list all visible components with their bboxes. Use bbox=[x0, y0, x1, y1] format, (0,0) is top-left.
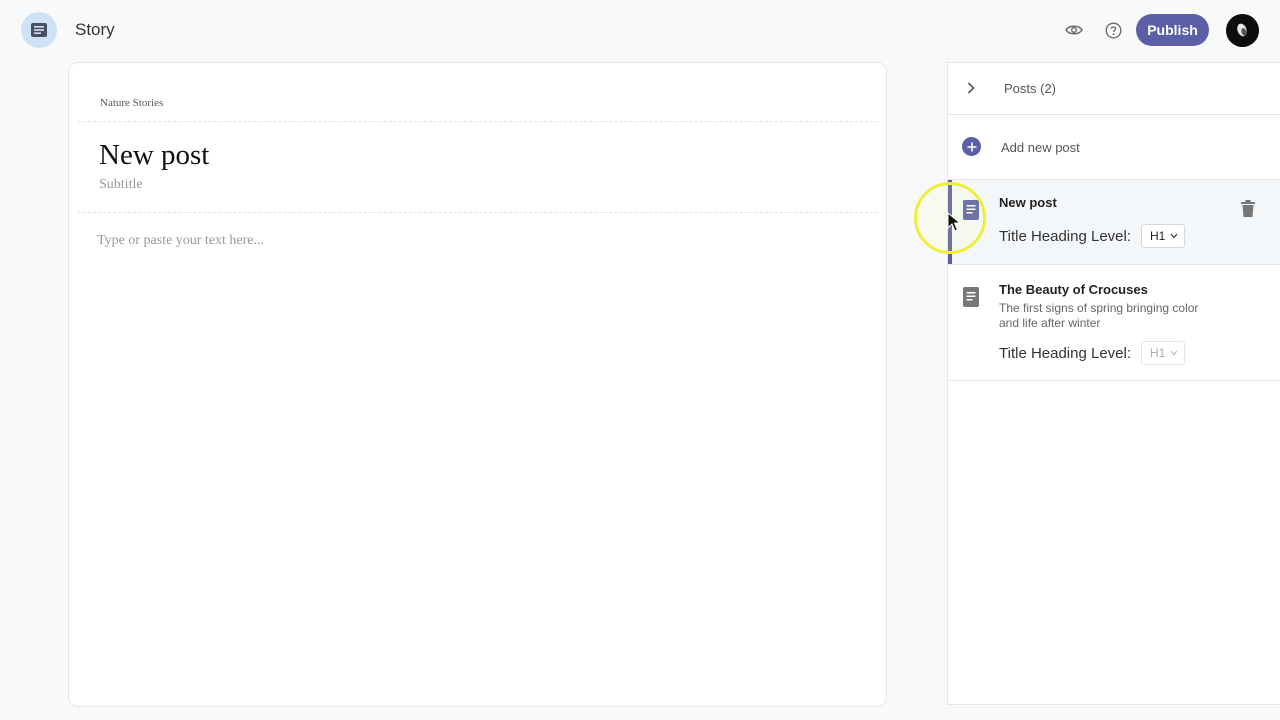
heading-level-label: Title Heading Level: bbox=[999, 345, 1132, 362]
heading-level-select[interactable]: H1 bbox=[1141, 224, 1185, 248]
post-list-item[interactable]: The Beauty of Crocuses The first signs o… bbox=[948, 265, 1280, 381]
active-indicator bbox=[948, 180, 952, 264]
chevron-down-icon bbox=[1170, 233, 1178, 239]
plus-circle-icon bbox=[962, 137, 981, 156]
chevron-right-icon[interactable] bbox=[963, 78, 979, 98]
add-new-post-button[interactable]: Add new post bbox=[948, 115, 1280, 180]
post-item-title: New post bbox=[999, 195, 1057, 210]
divider bbox=[78, 212, 878, 213]
document-icon bbox=[963, 287, 979, 307]
heading-level-value: H1 bbox=[1150, 346, 1166, 360]
app-title: Story bbox=[75, 20, 115, 39]
posts-count: Posts (2) bbox=[1004, 81, 1057, 96]
add-new-post-label: Add new post bbox=[1001, 140, 1080, 155]
document-icon bbox=[963, 200, 979, 220]
chevron-down-icon bbox=[1170, 350, 1178, 356]
heading-level-select[interactable]: H1 bbox=[1141, 341, 1185, 365]
publish-button[interactable]: Publish bbox=[1136, 14, 1209, 46]
trash-icon[interactable] bbox=[1241, 200, 1257, 218]
posts-panel: Posts (2) Add new post New post Title He… bbox=[947, 62, 1280, 705]
editor-card: Nature Stories New post Subtitle Type or… bbox=[68, 62, 887, 707]
post-item-title: The Beauty of Crocuses bbox=[999, 282, 1148, 297]
avatar[interactable] bbox=[1226, 14, 1259, 47]
heading-level-value: H1 bbox=[1150, 229, 1166, 243]
post-item-subtitle: The first signs of spring bringing color… bbox=[999, 301, 1199, 330]
top-bar: Story Publish bbox=[0, 0, 1280, 60]
help-circle-icon[interactable] bbox=[1102, 19, 1124, 41]
post-body-field[interactable]: Type or paste your text here... bbox=[97, 233, 264, 249]
publication-name: Nature Stories bbox=[100, 97, 164, 109]
posts-panel-header: Posts (2) bbox=[948, 63, 1280, 115]
eye-icon[interactable] bbox=[1063, 19, 1085, 41]
divider bbox=[78, 121, 878, 122]
post-subtitle-field[interactable]: Subtitle bbox=[99, 177, 143, 193]
document-list-icon[interactable] bbox=[21, 12, 57, 48]
post-title-field[interactable]: New post bbox=[99, 139, 209, 172]
heading-level-label: Title Heading Level: bbox=[999, 228, 1132, 245]
post-list-item[interactable]: New post Title Heading Level: H1 bbox=[948, 180, 1280, 265]
